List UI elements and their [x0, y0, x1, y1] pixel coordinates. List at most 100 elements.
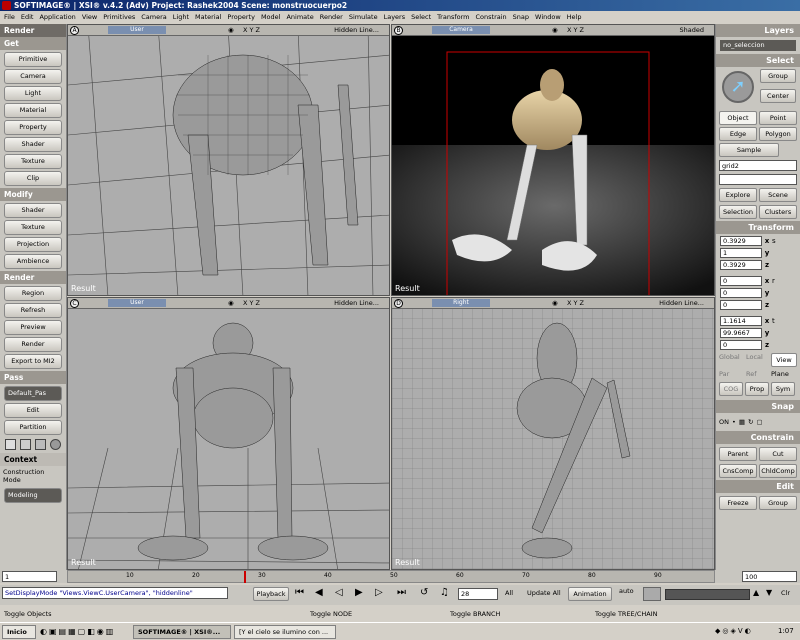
- animation-track-field[interactable]: [665, 589, 750, 600]
- anim-up-icon[interactable]: ▲: [753, 588, 759, 597]
- timeline-slider[interactable]: 10 20 30 40 50 60 70 80 90: [67, 570, 715, 583]
- select-point-button[interactable]: Point: [759, 111, 797, 125]
- timeline-start-field[interactable]: 1: [2, 571, 57, 582]
- menu-file[interactable]: File: [4, 12, 15, 23]
- construction-mode-dropdown[interactable]: Modeling: [4, 488, 62, 503]
- viewport-b-axes[interactable]: X Y Z: [567, 25, 584, 35]
- viewport-d-camera-dropdown[interactable]: Right: [432, 299, 490, 307]
- local-button[interactable]: Local: [746, 353, 770, 367]
- snap-point-icon[interactable]: •: [732, 418, 736, 426]
- menu-application[interactable]: Application: [39, 12, 75, 23]
- command-line-field[interactable]: SetDisplayMode "Views.ViewC.UserCamera",…: [2, 587, 228, 599]
- scene-button[interactable]: Scene: [759, 188, 797, 202]
- translate-z-field[interactable]: [720, 339, 762, 350]
- sphere-icon[interactable]: [50, 439, 61, 450]
- menu-edit[interactable]: Edit: [21, 12, 34, 23]
- get-light-button[interactable]: Light: [4, 86, 62, 101]
- viewport-d-canvas[interactable]: [392, 298, 715, 570]
- get-clip-button[interactable]: Clip: [4, 171, 62, 186]
- rotate-z-field[interactable]: [720, 299, 762, 310]
- select-group-button[interactable]: Group: [760, 69, 796, 83]
- viewport-a-display-mode[interactable]: Hidden Line...: [334, 25, 379, 35]
- menu-material[interactable]: Material: [195, 12, 221, 23]
- rotate-icon[interactable]: r: [772, 277, 775, 285]
- hierarchy-icon[interactable]: [5, 439, 16, 450]
- render-toolbar-tab[interactable]: Render: [0, 24, 66, 37]
- viewport-b-letter[interactable]: B: [394, 26, 403, 35]
- select-arrow-icon[interactable]: ➚: [722, 71, 754, 103]
- last-frame-icon[interactable]: ⏭: [397, 587, 406, 598]
- viewport-c-canvas[interactable]: [68, 298, 390, 570]
- menu-render[interactable]: Render: [320, 12, 343, 23]
- clusters-button[interactable]: Clusters: [759, 205, 797, 219]
- task-browser[interactable]: [Y el cielo se ilumino con ...: [234, 625, 336, 639]
- menu-layers[interactable]: Layers: [384, 12, 406, 23]
- get-property-button[interactable]: Property: [4, 120, 62, 135]
- select-polygon-button[interactable]: Polygon: [759, 127, 797, 141]
- viewport-b-canvas[interactable]: [392, 25, 715, 296]
- render-region-button[interactable]: Region: [4, 286, 62, 301]
- selection-name-field[interactable]: grid2: [719, 160, 797, 171]
- prev-frame-icon[interactable]: ◀: [315, 587, 323, 598]
- translate-icon[interactable]: t: [772, 317, 775, 325]
- viewport-b-eye-icon[interactable]: ◉: [552, 25, 558, 35]
- menu-light[interactable]: Light: [173, 12, 189, 23]
- layers-dropdown[interactable]: no_seleccion: [720, 40, 796, 51]
- prop-button[interactable]: Prop: [745, 382, 769, 396]
- start-button[interactable]: Inicio: [2, 625, 36, 639]
- snap-cycle-icon[interactable]: ↻: [748, 418, 753, 426]
- menu-help[interactable]: Help: [567, 12, 582, 23]
- menu-snap[interactable]: Snap: [513, 12, 529, 23]
- viewport-d-eye-icon[interactable]: ◉: [552, 298, 558, 308]
- key-icon[interactable]: [643, 587, 661, 601]
- translate-y-field[interactable]: [720, 327, 762, 338]
- menu-primitives[interactable]: Primitives: [103, 12, 135, 23]
- select-sample-button[interactable]: Sample: [719, 143, 779, 157]
- rotate-x-field[interactable]: [720, 275, 762, 286]
- tray-icons[interactable]: ◆◎◈V◐: [715, 627, 753, 635]
- global-button[interactable]: Global: [719, 353, 745, 367]
- pass-dropdown[interactable]: Default_Pas: [4, 386, 62, 401]
- menu-model[interactable]: Model: [261, 12, 281, 23]
- menu-select[interactable]: Select: [411, 12, 431, 23]
- menu-simulate[interactable]: Simulate: [349, 12, 378, 23]
- get-texture-button[interactable]: Texture: [4, 154, 62, 169]
- update-all-button[interactable]: Update All: [527, 589, 561, 597]
- view-button[interactable]: View: [771, 353, 797, 367]
- menu-constrain[interactable]: Constrain: [476, 12, 507, 23]
- snap-square-icon[interactable]: ▢: [756, 418, 762, 426]
- viewport-b-display-mode[interactable]: Shaded: [680, 25, 704, 35]
- audio-icon[interactable]: ♫: [440, 587, 449, 598]
- viewport-a-eye-icon[interactable]: ◉: [228, 25, 234, 35]
- scale-y-field[interactable]: [720, 247, 762, 258]
- plane-button[interactable]: Plane: [771, 370, 797, 378]
- edit-group-button[interactable]: Group: [759, 496, 797, 510]
- ref-button[interactable]: Ref: [746, 370, 770, 378]
- translate-x-field[interactable]: [720, 315, 762, 326]
- brush-icon[interactable]: [20, 439, 31, 450]
- current-frame-field[interactable]: 28: [458, 588, 498, 600]
- pass-partition-button[interactable]: Partition: [4, 420, 62, 435]
- viewport-d-letter[interactable]: D: [394, 299, 403, 308]
- sym-button[interactable]: Sym: [771, 382, 795, 396]
- selection-filter-field[interactable]: [719, 174, 797, 185]
- anim-down-icon[interactable]: ▼: [766, 588, 772, 597]
- viewport-d[interactable]: D Right ◉ X Y Z Hidden Line... Result: [391, 297, 715, 570]
- context-section-header[interactable]: Context: [0, 453, 66, 466]
- viewport-c-eye-icon[interactable]: ◉: [228, 298, 234, 308]
- get-camera-button[interactable]: Camera: [4, 69, 62, 84]
- timeline-end-field[interactable]: 100: [742, 571, 797, 582]
- modify-shader-button[interactable]: Shader: [4, 203, 62, 218]
- select-center-button[interactable]: Center: [760, 89, 796, 103]
- snap-on-toggle[interactable]: ON: [719, 418, 729, 426]
- chldcomp-button[interactable]: ChldComp: [759, 464, 797, 478]
- viewport-a[interactable]: A User ◉ X Y Z Hidden Line... Result: [67, 24, 390, 296]
- task-softimage[interactable]: SOFTIMAGE® | XSI®...: [133, 625, 231, 639]
- render-render-button[interactable]: Render: [4, 337, 62, 352]
- viewport-c[interactable]: C User ◉ X Y Z Hidden Line... Result: [67, 297, 390, 570]
- clear-button[interactable]: Clr: [781, 589, 790, 597]
- scale-x-field[interactable]: [720, 235, 762, 246]
- loop-icon[interactable]: ↺: [420, 587, 428, 598]
- cog-button[interactable]: COG: [719, 382, 743, 396]
- viewport-a-axes[interactable]: X Y Z: [243, 25, 260, 35]
